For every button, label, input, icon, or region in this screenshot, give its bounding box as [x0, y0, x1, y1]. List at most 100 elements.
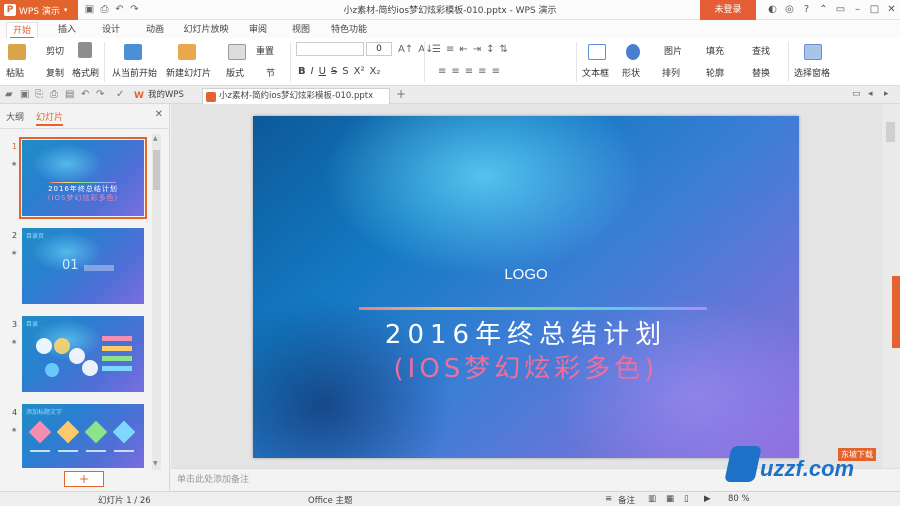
slide-thumbnail-1[interactable]: 2016年终总结计划 (IOS梦幻炫彩多色) [19, 137, 147, 219]
print-icon[interactable]: ⎙ [50, 89, 58, 100]
app-menu-button[interactable]: P WPS 演示 ▾ [0, 0, 78, 20]
tab-animation[interactable]: 动画 [140, 22, 170, 38]
text-direction-icon[interactable]: ⇅ [500, 44, 508, 55]
undo-icon[interactable]: ↶ [114, 4, 125, 15]
slide-logo-text[interactable]: LOGO [253, 266, 799, 283]
close-icon[interactable]: ✕ [883, 0, 900, 20]
outline-button[interactable]: 轮廓 [706, 66, 724, 79]
tab-insert[interactable]: 插入 [52, 22, 82, 38]
restore-icon[interactable]: ▭ [832, 0, 849, 20]
reading-view-icon[interactable]: ▯ [684, 494, 689, 504]
more-icon[interactable]: ✓ [116, 89, 124, 100]
replace-button[interactable]: 替换 [752, 66, 770, 79]
tab-list-icon[interactable]: ▭ [852, 89, 861, 99]
tab-my-wps[interactable]: W 我的WPS [132, 88, 194, 104]
slide-thumbnail-3[interactable]: 目录 [22, 316, 144, 392]
notes-toggle-label[interactable]: 备注 [618, 494, 635, 506]
arrange-button[interactable]: 排列 [662, 66, 680, 79]
underline-icon[interactable]: U [319, 66, 326, 77]
tab-design[interactable]: 设计 [96, 22, 126, 38]
current-slide[interactable]: LOGO 2016年终总结计划 (IOS梦幻炫彩多色) [253, 116, 799, 458]
numbering-icon[interactable]: ≡ [446, 44, 454, 55]
slide-subtitle[interactable]: (IOS梦幻炫彩多色) [253, 348, 799, 385]
fill-button[interactable]: 填充 [706, 44, 724, 57]
sorter-view-icon[interactable]: ▦ [666, 494, 674, 504]
tab-special[interactable]: 特色功能 [328, 22, 370, 38]
feedback-icon[interactable]: ◎ [781, 0, 798, 20]
tab-slideshow[interactable]: 幻灯片放映 [180, 22, 232, 38]
skin-icon[interactable]: ◐ [764, 0, 781, 20]
login-button[interactable]: 未登录 [700, 0, 756, 20]
shadow-icon[interactable]: S [342, 66, 348, 77]
preview-icon[interactable]: ▤ [65, 89, 74, 100]
bullets-icon[interactable]: ☰ [432, 44, 441, 55]
editor-scroll-thumb[interactable] [886, 122, 895, 142]
new-tab-icon[interactable]: + [396, 87, 406, 101]
font-name-select[interactable] [296, 42, 364, 56]
align-right-icon[interactable]: ≡ [465, 66, 473, 77]
select-pane-button[interactable]: 选择窗格 [794, 66, 830, 79]
scroll-up-icon[interactable]: ▲ [153, 135, 158, 142]
section-button[interactable]: 节 [266, 66, 275, 79]
superscript-icon[interactable]: X² [354, 66, 365, 77]
redo-icon[interactable]: ↷ [96, 89, 104, 100]
slide-title[interactable]: 2016年终总结计划 [253, 314, 799, 351]
help-icon[interactable]: ? [798, 0, 815, 20]
ribbon-toggle-icon[interactable]: ⌃ [815, 0, 832, 20]
export-icon[interactable]: ⎘ [35, 89, 43, 100]
tab-slides[interactable]: 幻灯片 [36, 110, 64, 126]
watermark-tag: 东坡下载 [838, 448, 876, 461]
maximize-icon[interactable]: □ [866, 0, 883, 20]
italic-icon[interactable]: I [311, 66, 314, 77]
notes-toggle-icon[interactable]: ≡ [605, 494, 612, 504]
open-folder-icon[interactable]: ▰ [5, 89, 13, 100]
print-icon[interactable]: ⎙ [99, 4, 110, 15]
tab-review[interactable]: 审阅 [243, 22, 273, 38]
find-button[interactable]: 查找 [752, 44, 770, 57]
tab-home[interactable]: 开始 [6, 22, 38, 39]
tab-scroll-left-icon[interactable]: ◂ [868, 89, 873, 99]
grow-font-icon[interactable]: A↑ [398, 44, 413, 55]
tab-document[interactable]: 小z素材-简约ios梦幻炫彩模板-010.pptx [202, 88, 390, 104]
side-panel-handle[interactable] [892, 276, 900, 348]
paste-button[interactable]: 粘贴 [6, 66, 24, 79]
play-icon[interactable]: ▶ [704, 494, 711, 504]
layout-button[interactable]: 版式 [226, 66, 244, 79]
tab-view[interactable]: 视图 [286, 22, 316, 38]
thumbnail-scroll-thumb[interactable] [153, 150, 160, 190]
scroll-down-icon[interactable]: ▼ [153, 460, 158, 467]
new-slide-button[interactable]: 新建幻灯片 [166, 66, 211, 79]
tab-outline[interactable]: 大纲 [6, 110, 24, 123]
font-size-select[interactable]: 0 [366, 42, 392, 56]
indent-decrease-icon[interactable]: ⇤ [459, 44, 467, 55]
save-icon[interactable]: ▣ [20, 89, 29, 100]
picture-button[interactable]: 图片 [664, 44, 682, 57]
play-from-current-button[interactable]: 从当前开始 [112, 66, 157, 79]
strikethrough-icon[interactable]: S [331, 66, 337, 77]
align-left-icon[interactable]: ≡ [438, 66, 446, 77]
slide-thumbnail-2[interactable]: 目录页 01 [22, 228, 144, 304]
undo-icon[interactable]: ↶ [81, 89, 89, 100]
add-slide-button[interactable]: + [64, 471, 104, 487]
normal-view-icon[interactable]: ▥ [648, 494, 656, 504]
tab-scroll-right-icon[interactable]: ▸ [884, 89, 889, 99]
justify-icon[interactable]: ≡ [478, 66, 486, 77]
reset-button[interactable]: 重置 [256, 44, 274, 57]
indent-increase-icon[interactable]: ⇥ [473, 44, 481, 55]
shape-button[interactable]: 形状 [622, 66, 640, 79]
minimize-icon[interactable]: – [849, 0, 866, 20]
copy-button[interactable]: 复制 [46, 66, 64, 79]
bold-icon[interactable]: B [298, 66, 306, 77]
cut-button[interactable]: 剪切 [46, 44, 64, 57]
close-icon[interactable]: ✕ [155, 109, 163, 120]
save-icon[interactable]: ▣ [84, 4, 95, 15]
line-spacing-icon[interactable]: ↕ [486, 44, 494, 55]
redo-icon[interactable]: ↷ [129, 4, 140, 15]
slide-thumbnail-4[interactable]: 添加标题文字 [22, 404, 144, 468]
format-painter-button[interactable]: 格式刷 [72, 66, 99, 79]
subscript-icon[interactable]: X₂ [369, 66, 380, 77]
distribute-icon[interactable]: ≡ [492, 66, 500, 77]
text-box-button[interactable]: 文本框 [582, 66, 609, 79]
animation-star-icon: ★ [11, 160, 18, 168]
align-center-icon[interactable]: ≡ [451, 66, 459, 77]
